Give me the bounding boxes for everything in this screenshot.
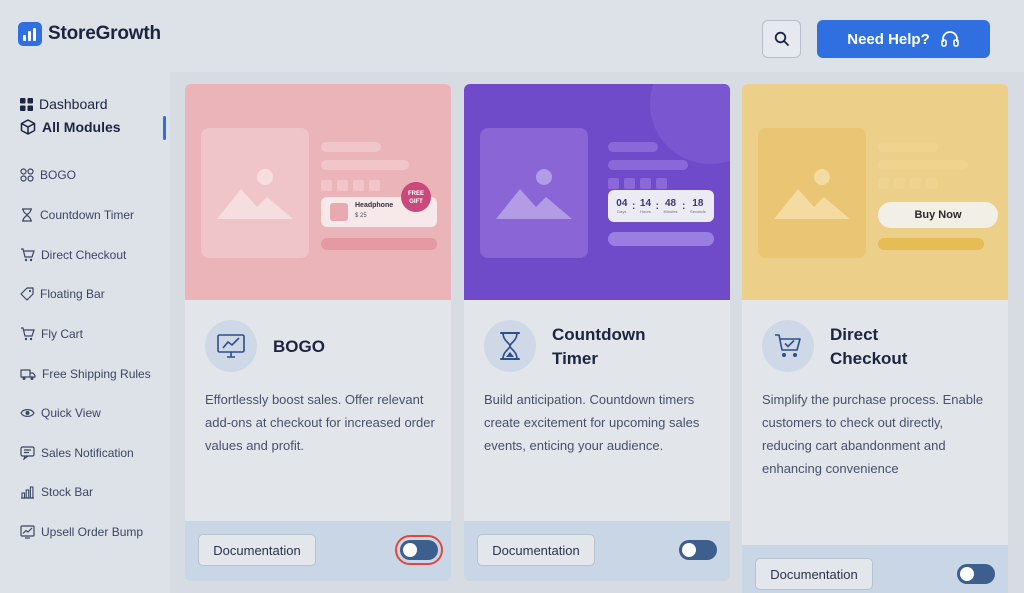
- sidebar-item-sales-notification[interactable]: Sales Notification: [20, 446, 134, 460]
- card-footer: Documentation: [464, 521, 730, 581]
- sidebar-item-label: Dashboard: [39, 96, 108, 112]
- card-description: Build anticipation. Countdown timers cre…: [484, 392, 700, 453]
- sidebar-item-label: All Modules: [42, 119, 121, 135]
- grid-icon: [20, 97, 33, 111]
- countdown-preview: 04 Days : 14 Hours : 48 Minutes : 18 Seconds: [608, 190, 714, 222]
- direct-checkout-banner: Buy Now: [742, 84, 1008, 300]
- sidebar-item-fly-cart[interactable]: Fly Cart: [20, 327, 83, 341]
- sidebar-item-label: Stock Bar: [41, 485, 94, 499]
- countdown-banner: 04 Days : 14 Hours : 48 Minutes : 18 Seconds: [464, 84, 730, 300]
- product-name: Headphone: [355, 202, 394, 209]
- cart-icon: [21, 327, 35, 341]
- module-toggle-direct-checkout[interactable]: [957, 564, 995, 584]
- search-icon: [774, 31, 789, 46]
- module-card-countdown-timer: 04 Days : 14 Hours : 48 Minutes : 18 Seconds…: [464, 84, 730, 581]
- toggle-knob: [403, 543, 417, 557]
- notification-icon: [20, 446, 35, 460]
- placeholder-image-icon: [201, 128, 309, 258]
- cart-icon: [21, 248, 35, 262]
- card-footer: Documentation: [185, 521, 451, 581]
- truck-icon: [20, 368, 36, 380]
- sidebar-item-label: Sales Notification: [41, 446, 134, 460]
- hourglass-module-icon: [484, 320, 536, 372]
- sidebar-item-all-modules[interactable]: All Modules: [20, 119, 121, 135]
- toggle-knob: [682, 543, 696, 557]
- free-gift-badge: FREE GIFT: [401, 182, 431, 212]
- top-header: StoreGrowth Need Help?: [0, 0, 1024, 72]
- bogo-icon: [20, 168, 34, 182]
- sidebar-item-stock-bar[interactable]: Stock Bar: [20, 485, 93, 499]
- chart-up-icon: [20, 525, 35, 539]
- module-card-direct-checkout: Buy Now Direct Checkout Simplify the pur…: [742, 84, 1008, 593]
- sidebar-item-upsell-order-bump[interactable]: Upsell Order Bump: [20, 525, 143, 539]
- sidebar-item-label: BOGO: [40, 168, 77, 182]
- need-help-label: Need Help?: [847, 30, 930, 48]
- sidebar-item-label: Fly Cart: [41, 327, 83, 341]
- sidebar-item-direct-checkout[interactable]: Direct Checkout: [20, 248, 126, 262]
- sidebar-item-countdown-timer[interactable]: Countdown Timer: [20, 208, 134, 222]
- modules-grid: Headphone $ 25 FREE GIFT BOGO Effortless…: [170, 72, 1024, 593]
- documentation-button[interactable]: Documentation: [477, 534, 595, 566]
- card-title: Direct Checkout: [830, 325, 908, 368]
- module-toggle-bogo[interactable]: [395, 535, 443, 565]
- active-indicator: [163, 116, 166, 140]
- documentation-button[interactable]: Documentation: [198, 534, 316, 566]
- sidebar-item-bogo[interactable]: BOGO: [20, 168, 76, 182]
- toggle-knob: [960, 567, 974, 581]
- sidebar-item-label: Quick View: [41, 406, 101, 420]
- card-description: Simplify the purchase process. Enable cu…: [762, 392, 984, 476]
- module-card-bogo: Headphone $ 25 FREE GIFT BOGO Effortless…: [185, 84, 451, 581]
- headset-icon: [940, 31, 959, 47]
- sidebar-item-label: Upsell Order Bump: [41, 525, 144, 539]
- card-footer: Documentation: [742, 545, 1008, 593]
- sidebar-item-label: Floating Bar: [40, 287, 105, 301]
- buy-now-preview: Buy Now: [878, 202, 998, 228]
- hourglass-icon: [22, 208, 32, 222]
- card-title: Countdown Timer: [552, 325, 646, 368]
- search-button[interactable]: [762, 20, 801, 58]
- tag-icon: [20, 287, 34, 301]
- bogo-banner: Headphone $ 25 FREE GIFT: [185, 84, 451, 300]
- module-toggle-countdown-timer[interactable]: [679, 540, 717, 560]
- sidebar-item-free-shipping-rules[interactable]: Free Shipping Rules: [20, 367, 151, 381]
- sidebar-item-quick-view[interactable]: Quick View: [20, 406, 101, 420]
- product-price: $ 25: [355, 213, 367, 219]
- documentation-button[interactable]: Documentation: [755, 558, 873, 590]
- cube-icon: [20, 119, 36, 135]
- card-title: BOGO: [273, 337, 325, 356]
- sidebar-item-label: Direct Checkout: [41, 248, 127, 262]
- sidebar-item-label: Free Shipping Rules: [42, 367, 151, 381]
- sidebar-item-label: Countdown Timer: [40, 208, 135, 222]
- placeholder-image-icon: [480, 128, 588, 258]
- storegrowth-logo[interactable]: StoreGrowth: [18, 22, 161, 46]
- sidebar-item-floating-bar[interactable]: Floating Bar: [20, 287, 105, 301]
- sidebar: Dashboard All Modules BOGO Countdown Tim…: [0, 72, 170, 593]
- placeholder-image-icon: [758, 128, 866, 258]
- sidebar-item-dashboard[interactable]: Dashboard: [20, 96, 108, 112]
- brand-name: StoreGrowth: [48, 23, 161, 44]
- logo-icon: [18, 22, 42, 46]
- bar-chart-icon: [21, 486, 34, 499]
- need-help-button[interactable]: Need Help?: [817, 20, 990, 58]
- card-description: Effortlessly boost sales. Offer relevant…: [205, 392, 435, 453]
- cart-check-module-icon: [762, 320, 814, 372]
- eye-icon: [20, 409, 35, 417]
- bogo-module-icon: [205, 320, 257, 372]
